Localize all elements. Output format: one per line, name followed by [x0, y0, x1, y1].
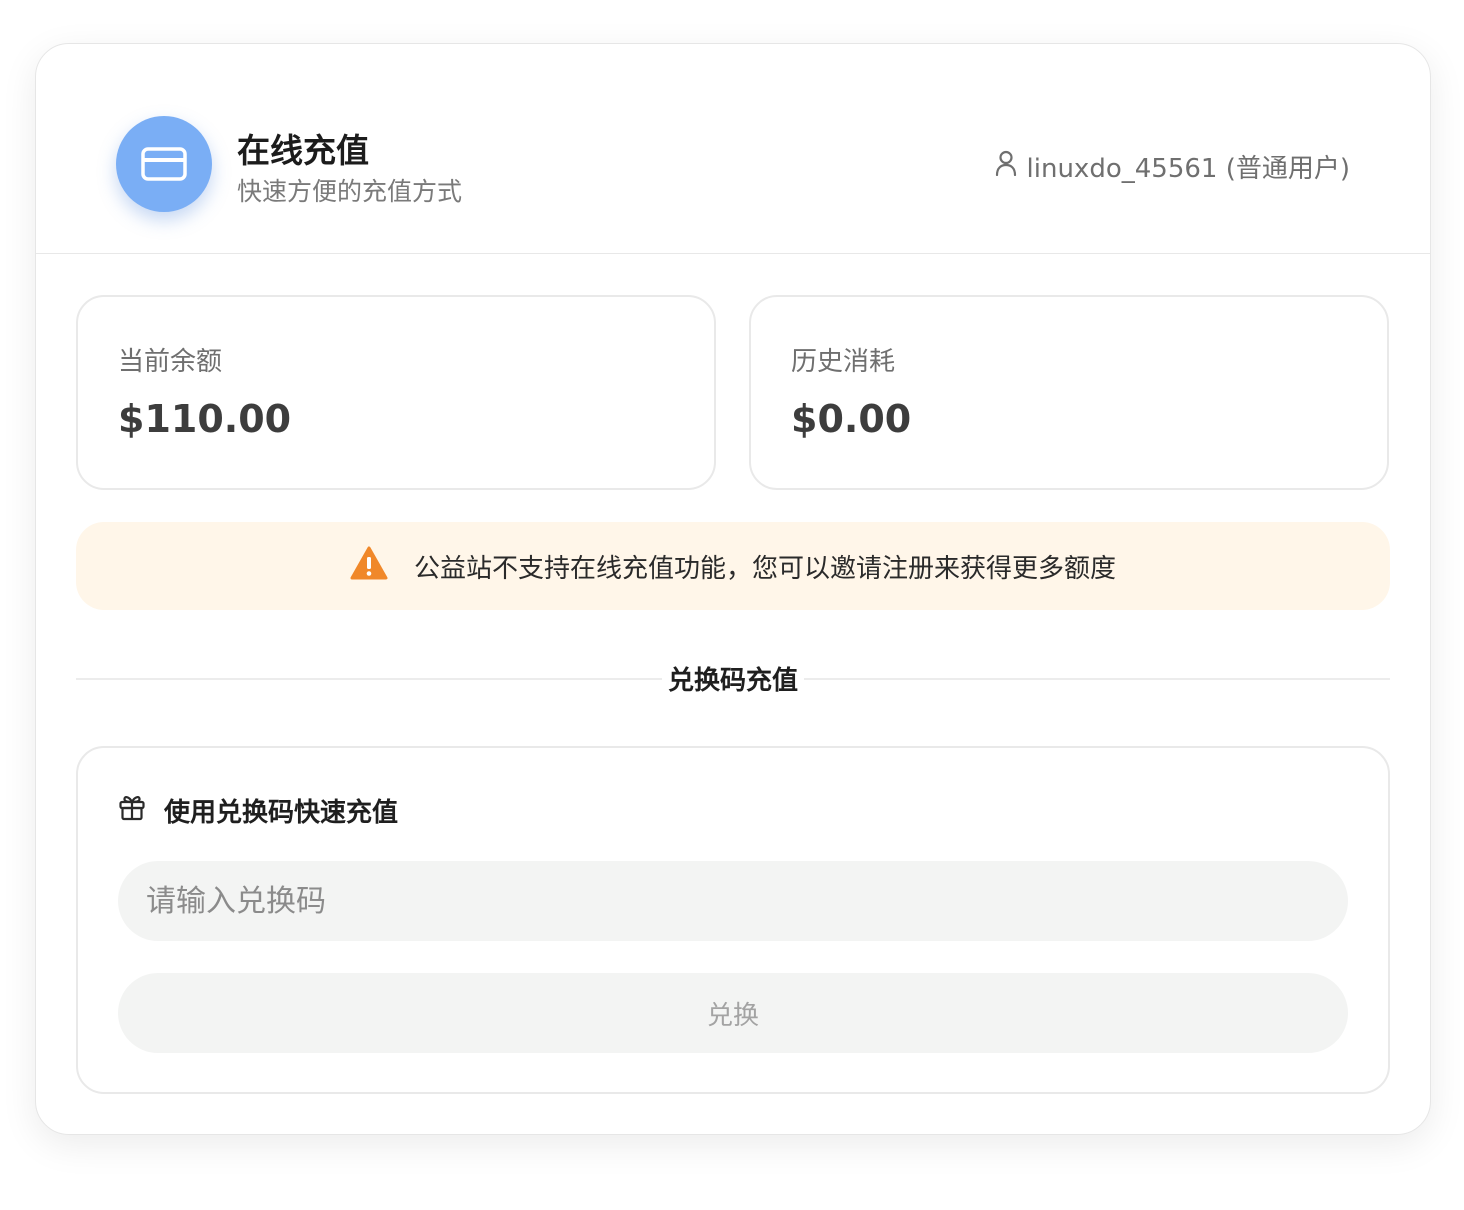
balance-value: $110.00 — [118, 397, 292, 441]
consumption-card: 历史消耗 $0.00 — [749, 295, 1389, 490]
notice-text: 公益站不支持在线充值功能，您可以邀请注册来获得更多额度 — [413, 553, 1116, 584]
credit-card-icon — [116, 116, 212, 212]
redeem-code-input[interactable] — [118, 861, 1348, 941]
user-info: linuxdo_45561 (普通用户) — [995, 148, 1350, 185]
consumption-label: 历史消耗 — [791, 347, 896, 377]
balance-card: 当前余额 $110.00 — [76, 295, 716, 490]
recharge-card: 在线充值 快速方便的充值方式 linuxdo_45561 (普通用户) 当前余额… — [35, 43, 1431, 1135]
redeem-heading-text: 使用兑换码快速充值 — [164, 798, 399, 828]
page-subtitle: 快速方便的充值方式 — [237, 177, 463, 206]
redeem-panel: 使用兑换码快速充值 兑换 — [76, 746, 1390, 1094]
notice-banner: 公益站不支持在线充值功能，您可以邀请注册来获得更多额度 — [76, 522, 1390, 610]
redeem-button[interactable]: 兑换 — [118, 973, 1348, 1053]
warning-icon — [350, 546, 388, 587]
card-header: 在线充值 快速方便的充值方式 linuxdo_45561 (普通用户) — [36, 44, 1430, 254]
gift-icon — [118, 793, 146, 828]
section-divider-label: 兑换码充值 — [661, 660, 805, 697]
page-title: 在线充值 — [237, 131, 369, 170]
user-icon — [995, 150, 1017, 183]
username-label: linuxdo_45561 (普通用户) — [1026, 154, 1350, 184]
balance-label: 当前余额 — [118, 347, 223, 377]
consumption-value: $0.00 — [791, 397, 912, 441]
redeem-heading: 使用兑换码快速充值 — [118, 792, 398, 829]
